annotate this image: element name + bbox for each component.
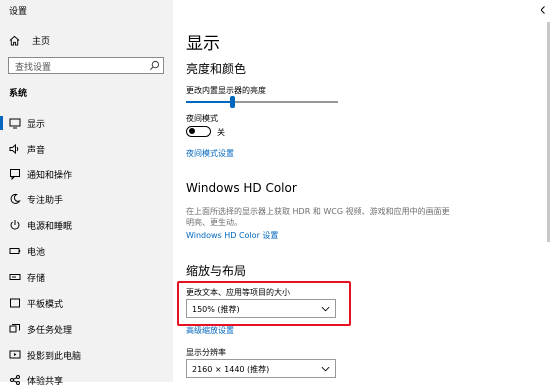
sidebar-item-label: 显示 <box>27 119 46 130</box>
sidebar-item-label: 存储 <box>27 273 46 284</box>
hdr-heading: Windows HD Color <box>186 181 297 195</box>
display-icon <box>8 116 22 130</box>
sidebar-item-label: 通知和操作 <box>27 170 73 181</box>
sidebar-item-label: 体验共享 <box>27 376 64 387</box>
search-icon <box>150 60 160 70</box>
sidebar-item-focus-assist[interactable]: 专注助手 <box>0 189 173 209</box>
speaker-icon <box>8 142 22 156</box>
projector-icon <box>8 348 22 362</box>
sidebar-item-tablet[interactable]: 平板模式 <box>0 293 173 313</box>
brightness-slider-label: 更改内置显示器的亮度 <box>186 86 266 95</box>
scale-highlight-box <box>177 281 351 326</box>
sidebar-item-label: 投影到此电脑 <box>27 351 82 362</box>
sidebar-item-label: 多任务处理 <box>27 325 73 336</box>
sidebar-item-sound[interactable]: 声音 <box>0 139 173 159</box>
search-input[interactable]: 查找设置 <box>8 57 164 74</box>
brightness-slider-thumb[interactable] <box>229 96 235 108</box>
resolution-dropdown[interactable]: 2160 × 1440 (推荐) <box>186 359 336 378</box>
multitask-icon <box>8 322 22 336</box>
hdr-description: 在上面所选择的显示器上获取 HDR 和 WCG 视频、游戏和应用中的画面更明亮、… <box>186 207 450 227</box>
night-mode-label: 夜间模式 <box>186 114 218 123</box>
page-title: 显示 <box>186 34 220 54</box>
tablet-icon <box>8 296 22 310</box>
sidebar-item-power[interactable]: 电源和睡眠 <box>0 215 173 235</box>
resolution-value: 2160 × 1440 (推荐) <box>192 365 270 374</box>
scale-heading: 缩放与布局 <box>186 264 247 278</box>
night-mode-state: 关 <box>217 128 225 137</box>
sidebar-item-label: 平板模式 <box>27 299 64 310</box>
sidebar-item-label: 专注助手 <box>27 195 64 206</box>
home-icon <box>9 35 20 46</box>
notification-icon <box>8 167 22 181</box>
share-icon <box>8 373 22 387</box>
sidebar-item-display[interactable]: 显示 <box>0 113 173 133</box>
home-label: 主页 <box>32 36 51 47</box>
toggle-knob <box>189 128 195 134</box>
storage-icon <box>8 270 22 284</box>
scrollbar[interactable] <box>547 22 550 242</box>
sidebar-item-label: 电池 <box>27 247 46 258</box>
window-title: 设置 <box>9 7 28 17</box>
search-placeholder: 查找设置 <box>15 63 52 73</box>
brightness-heading: 亮度和颜色 <box>186 62 247 76</box>
brightness-slider[interactable] <box>186 96 338 108</box>
hdr-settings-link[interactable]: Windows HD Color 设置 <box>186 230 278 241</box>
chevron-down-icon <box>321 366 330 372</box>
moon-icon <box>8 192 22 206</box>
brightness-slider-fill <box>186 101 232 103</box>
sidebar-item-label: 声音 <box>27 145 46 156</box>
home-nav-item[interactable]: 主页 <box>9 32 159 48</box>
sidebar: 主页 查找设置 系统 显示 声音 通知和操作 专注助手 电源和睡眠 电池 存储 … <box>0 0 173 387</box>
advanced-scaling-link[interactable]: 高级缩放设置 <box>186 325 234 336</box>
sidebar-item-projecting[interactable]: 投影到此电脑 <box>0 345 173 365</box>
sidebar-item-shared-experiences[interactable]: 体验共享 <box>0 370 173 390</box>
sidebar-item-multitasking[interactable]: 多任务处理 <box>0 319 173 339</box>
resolution-label: 显示分辨率 <box>186 348 226 357</box>
sidebar-item-storage[interactable]: 存储 <box>0 267 173 287</box>
night-mode-toggle[interactable] <box>186 126 211 137</box>
power-icon <box>8 218 22 232</box>
battery-icon <box>8 244 22 258</box>
sidebar-item-battery[interactable]: 电池 <box>0 241 173 261</box>
sidebar-item-notifications[interactable]: 通知和操作 <box>0 164 173 184</box>
night-mode-settings-link[interactable]: 夜间模式设置 <box>186 148 234 159</box>
section-title: 系统 <box>9 89 28 99</box>
sidebar-item-label: 电源和睡眠 <box>27 221 73 232</box>
